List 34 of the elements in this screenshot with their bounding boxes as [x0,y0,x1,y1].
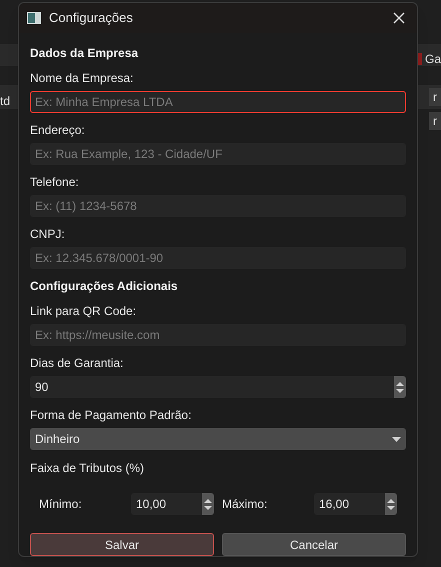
spin-arrows-icon[interactable] [394,376,406,398]
section-title: Configurações Adicionais [30,278,179,294]
close-icon[interactable] [393,12,405,24]
save-button[interactable]: Salvar [30,533,214,556]
spin-arrows-icon[interactable] [202,493,214,515]
section-title: Faixa de Tributos (%) [30,460,146,476]
field-label: CNPJ: [30,226,66,242]
field-label: Telefone: [30,174,80,190]
background-button[interactable]: r [429,112,441,130]
caret-icon [392,436,401,442]
checkbox-label: Ga [424,51,441,68]
window-title: Configurações [49,9,134,28]
spin-arrows-icon[interactable] [385,493,397,515]
field-label: Dias de Garantia: [30,355,124,371]
maximum-field[interactable]: 16,00 [314,493,385,515]
field-label: Nome da Empresa: [30,70,134,86]
cancel-button[interactable]: Cancelar [222,533,406,556]
number-field[interactable]: 90 [30,376,394,398]
text-field[interactable]: Ex: Minha Empresa LTDA [30,91,406,113]
minimum-label: Mínimo: [39,496,83,513]
table-cell: td [0,94,10,108]
text-field[interactable]: Ex: https://meusite.com [30,324,406,346]
text-field[interactable]: Ex: (11) 1234-5678 [30,195,406,217]
maximum-label: Máximo: [222,496,268,513]
payment-dropdown[interactable]: Dinheiro [30,428,406,450]
window-icon [27,12,41,24]
section-title: Dados da Empresa [30,45,140,61]
text-field[interactable]: Ex: Rua Example, 123 - Cidade/UF [30,143,406,165]
background-button[interactable]: r [429,88,441,106]
minimum-field[interactable]: 10,00 [131,493,202,515]
field-label: Endereço: [30,122,86,138]
field-label: Forma de Pagamento Padrão: [30,407,192,423]
field-label: Link para QR Code: [30,303,138,319]
text-field[interactable]: Ex: 12.345.678/0001-90 [30,247,406,269]
